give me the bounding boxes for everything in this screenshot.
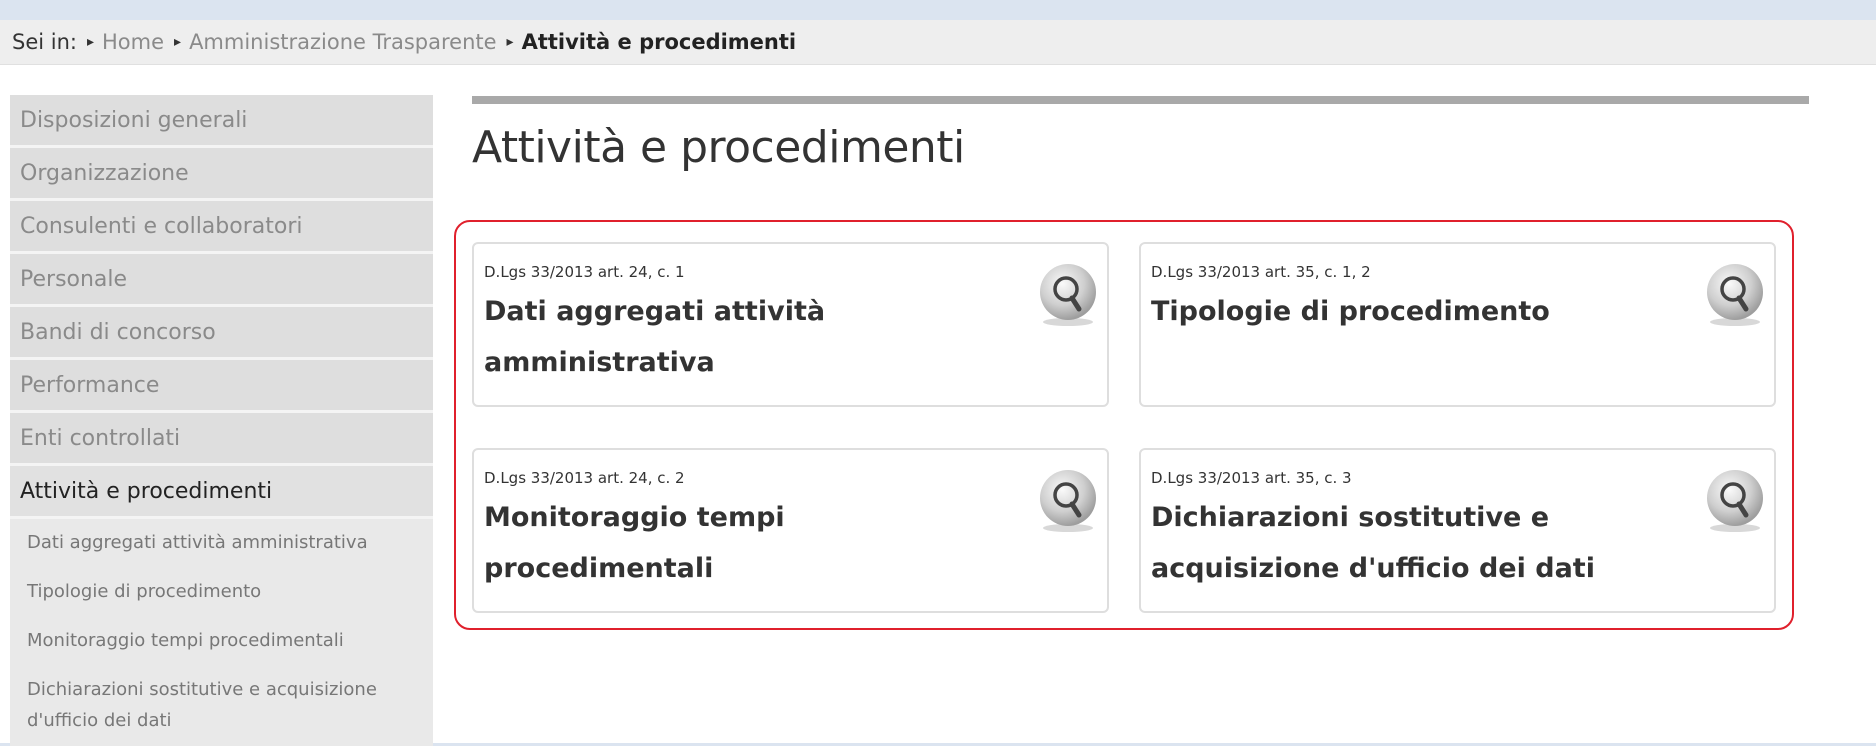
sidebar-subitem-monitoraggio[interactable]: Monitoraggio tempi procedimentali — [10, 625, 433, 657]
magnifier-icon[interactable] — [1037, 262, 1099, 328]
card-group: D.Lgs 33/2013 art. 24, c. 1 Dati aggrega… — [454, 220, 1794, 630]
sidebar: Disposizioni generali Organizzazione Con… — [10, 95, 433, 746]
sidebar-item-attivita-procedimenti[interactable]: Attività e procedimenti — [10, 466, 433, 519]
sidebar-submenu: Dati aggregati attività amministrativa T… — [10, 519, 433, 746]
breadcrumb-amministrazione-link[interactable]: Amministrazione Trasparente — [189, 30, 496, 54]
sidebar-item-disposizioni-generali[interactable]: Disposizioni generali — [10, 95, 433, 148]
card-monitoraggio[interactable]: D.Lgs 33/2013 art. 24, c. 2 Monitoraggio… — [472, 448, 1109, 613]
card-reference: D.Lgs 33/2013 art. 24, c. 1 — [484, 263, 685, 281]
card-tipologie[interactable]: D.Lgs 33/2013 art. 35, c. 1, 2 Tipologie… — [1139, 242, 1776, 407]
card-title: Dati aggregati attività amministrativa — [484, 296, 826, 378]
sidebar-item-enti-controllati[interactable]: Enti controllati — [10, 413, 433, 466]
page-title: Attività e procedimenti — [472, 122, 965, 173]
breadcrumb-lead: Sei in: — [12, 30, 77, 54]
card-title: Monitoraggio tempi procedimentali — [484, 502, 785, 584]
magnifier-icon[interactable] — [1704, 262, 1766, 328]
title-rule — [472, 96, 1809, 104]
card-title: Dichiarazioni sostitutive e acquisizione… — [1151, 502, 1595, 584]
sidebar-subitem-dati-aggregati[interactable]: Dati aggregati attività amministrativa — [10, 519, 433, 559]
card-dati-aggregati[interactable]: D.Lgs 33/2013 art. 24, c. 1 Dati aggrega… — [472, 242, 1109, 407]
breadcrumb-current: Attività e procedimenti — [521, 30, 797, 54]
sidebar-item-personale[interactable]: Personale — [10, 254, 433, 307]
breadcrumb-separator-icon: ▸ — [86, 34, 95, 50]
sidebar-item-consulenti[interactable]: Consulenti e collaboratori — [10, 201, 433, 254]
card-dichiarazioni[interactable]: D.Lgs 33/2013 art. 35, c. 3 Dichiarazion… — [1139, 448, 1776, 613]
page: Sei in: ▸ Home ▸ Amministrazione Traspar… — [0, 0, 1876, 746]
magnifier-icon[interactable] — [1037, 468, 1099, 534]
card-title: Tipologie di procedimento — [1151, 296, 1550, 327]
card-reference: D.Lgs 33/2013 art. 35, c. 3 — [1151, 469, 1352, 487]
sidebar-subitem-tipologie[interactable]: Tipologie di procedimento — [10, 576, 433, 608]
breadcrumb-separator-icon: ▸ — [174, 34, 182, 50]
magnifier-icon[interactable] — [1704, 468, 1766, 534]
sidebar-item-bandi[interactable]: Bandi di concorso — [10, 307, 433, 360]
sidebar-item-performance[interactable]: Performance — [10, 360, 433, 413]
top-band — [0, 0, 1876, 20]
breadcrumb-home-link[interactable]: Home — [102, 30, 164, 54]
sidebar-item-organizzazione[interactable]: Organizzazione — [10, 148, 433, 201]
sidebar-subitem-dichiarazioni[interactable]: Dichiarazioni sostitutive e acquisizione… — [10, 674, 433, 736]
card-reference: D.Lgs 33/2013 art. 35, c. 1, 2 — [1151, 263, 1371, 281]
card-reference: D.Lgs 33/2013 art. 24, c. 2 — [484, 469, 685, 487]
breadcrumb: Sei in: ▸ Home ▸ Amministrazione Traspar… — [0, 20, 1876, 65]
breadcrumb-separator-icon: ▸ — [506, 34, 514, 50]
